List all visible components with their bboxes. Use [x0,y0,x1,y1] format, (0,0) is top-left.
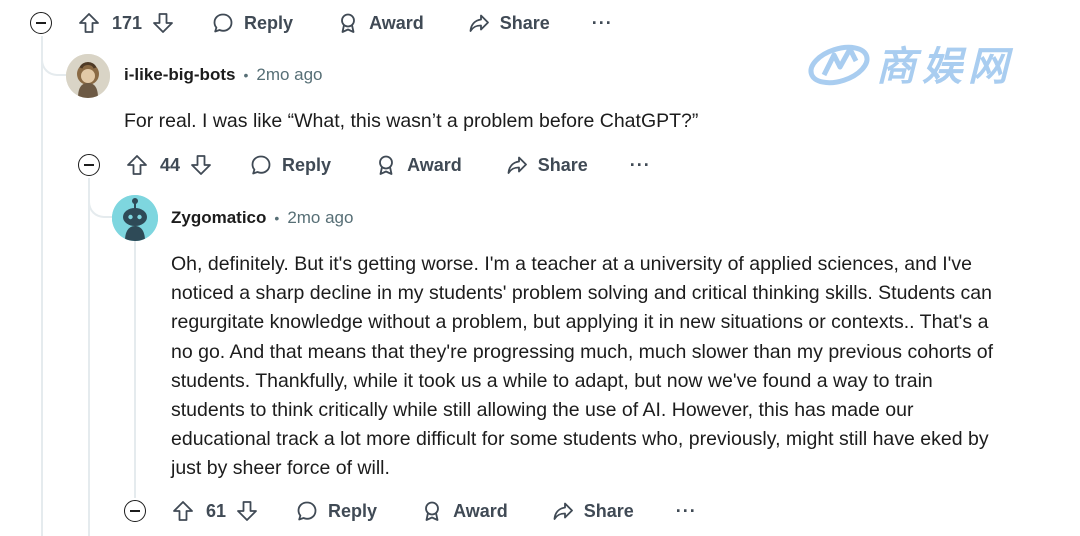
upvote-icon[interactable] [170,498,196,524]
timestamp[interactable]: 2mo ago [287,208,353,228]
reply-label: Reply [244,12,294,33]
vote-group: 171 [76,10,176,36]
share-icon [469,14,489,32]
award-button[interactable]: Award [337,12,424,34]
vote-group: 61 [170,498,260,524]
vote-count: 61 [206,500,227,521]
avatar[interactable] [66,54,110,98]
separator-dot: • [243,67,249,83]
comment-line: educational track a lot more difficult f… [171,428,989,451]
avatar-image [66,54,110,98]
award-icon [425,501,439,521]
username[interactable]: Zygomatico [171,208,266,228]
share-label: Share [583,500,634,521]
more-options-button[interactable]: ··· [592,13,613,34]
award-button[interactable]: Award [375,154,462,176]
share-label: Share [499,12,550,33]
thread-line-comment1 [88,178,90,536]
comment-line: regurgitate knowledge without a problem,… [171,311,989,334]
username[interactable]: i-like-big-bots [124,65,235,85]
upvote-icon[interactable] [124,152,150,178]
share-label: Share [537,154,588,175]
award-label: Award [369,12,424,33]
watermark-swoosh-icon [808,44,870,86]
comment-line: Oh, definitely. But it's getting worse. … [171,253,972,275]
comment-body: For real. I was like “What, this wasn’t … [124,110,699,132]
watermark-logo: 商娱网 [806,34,1014,92]
share-button[interactable]: Share [552,500,634,522]
comment-line: no go. And that means that they're progr… [171,340,994,363]
share-icon [507,156,527,174]
reply-button[interactable]: Reply [212,12,293,34]
collapse-thread-button[interactable] [78,154,100,176]
reply-button[interactable]: Reply [250,154,331,176]
avatar[interactable] [112,195,158,241]
comment-header: Zygomatico • 2mo ago [171,208,353,228]
comment-header: i-like-big-bots • 2mo ago [124,65,323,85]
award-label: Award [407,154,462,175]
comment-line: students to think critically while still… [171,399,914,422]
reply-icon [251,155,271,175]
reply-label: Reply [328,500,378,521]
action-bar-parent: 171 Reply Award Share ··· [30,3,613,43]
reply-label: Reply [282,154,332,175]
action-bar-comment1: 44 Reply Award Share ··· [78,145,651,185]
upvote-icon[interactable] [76,10,102,36]
downvote-icon[interactable] [188,152,214,178]
snoo-avatar-icon [112,195,158,241]
reply-button[interactable]: Reply [296,500,377,522]
more-options-button[interactable]: ··· [676,501,697,522]
thread-line-comment2 [134,240,136,498]
collapse-thread-button[interactable] [30,12,52,34]
action-bar-comment2: 61 Reply Award Share ··· [124,491,697,531]
award-button[interactable]: Award [421,500,508,522]
more-options-button[interactable]: ··· [630,155,651,176]
reply-icon [213,13,233,33]
timestamp[interactable]: 2mo ago [256,65,322,85]
comment-body: Oh, definitely. But it's getting worse. … [171,250,993,484]
award-label: Award [453,500,508,521]
award-icon [379,155,393,175]
vote-count: 44 [160,154,181,175]
comment-line: students. Thankfully, while it took us a… [171,369,933,392]
separator-dot: • [274,210,280,226]
vote-count: 171 [112,12,143,33]
share-icon [553,502,573,520]
comment-line: just by sheer force of will. [171,457,390,480]
watermark-text: 商娱网 [876,44,1014,90]
vote-group: 44 [124,152,214,178]
award-icon [341,13,355,33]
share-button[interactable]: Share [468,12,550,34]
thread-line-root [41,36,43,536]
reply-icon [297,501,317,521]
collapse-thread-button[interactable] [124,500,146,522]
downvote-icon[interactable] [150,10,176,36]
comment-line: noticed a sharp decline in my students' … [171,282,992,305]
downvote-icon[interactable] [234,498,260,524]
share-button[interactable]: Share [506,154,588,176]
